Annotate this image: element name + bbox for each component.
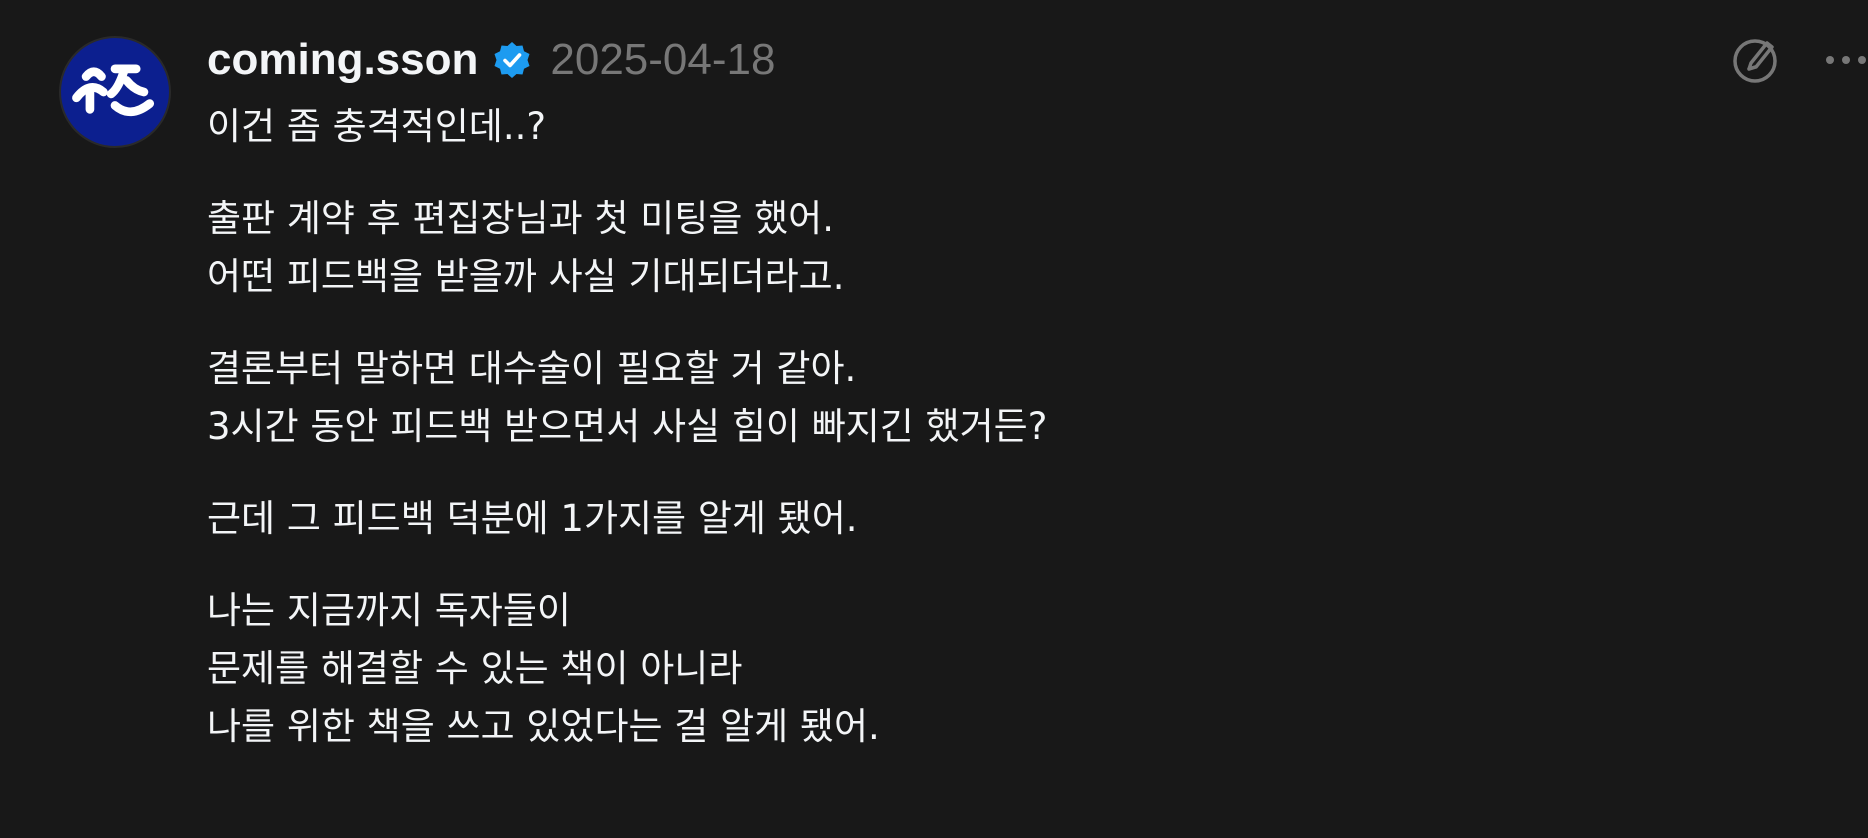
thread-post: coming.sson 2025-04-18 이건 좀 충격적인데..?출판 [0,0,1868,838]
post-text-line: 결론부터 말하면 대수술이 필요할 거 같아. [207,347,857,390]
post-text-line: 나를 위한 책을 쓰고 있었다는 걸 알게 됐어. [207,705,880,748]
more-options-icon [1826,56,1866,64]
post-paragraph: 나는 지금까지 독자들이문제를 해결할 수 있는 책이 아니라나를 위한 책을 … [207,582,1767,756]
author-username[interactable]: coming.sson [207,35,478,85]
post-text-line: 3시간 동안 피드백 받으면서 사실 힘이 빠지긴 했거든? [207,405,1048,448]
post-timestamp: 2025-04-18 [550,35,776,84]
post-text-line: 출판 계약 후 편집장님과 첫 미팅을 했어. [207,197,834,240]
post-text-line: 나는 지금까지 독자들이 [207,589,571,632]
more-options-button[interactable] [1816,30,1868,90]
post-header: coming.sson 2025-04-18 [207,30,775,90]
post-paragraph: 이건 좀 충격적인데..? [207,98,1767,156]
post-text-line: 이건 좀 충격적인데..? [207,105,547,148]
avatar-image [72,64,155,117]
post-text-line: 어떤 피드백을 받을까 사실 기대되더라고. [207,255,845,298]
author-avatar[interactable] [59,36,171,148]
post-body: 이건 좀 충격적인데..? 출판 계약 후 편집장님과 첫 미팅을 했어. 어떤 피… [207,98,1767,790]
edit-icon [1733,39,1777,83]
post-paragraph: 근데 그 피드백 덕분에 1가지를 알게 됐어. [207,490,1767,548]
verified-badge-icon [492,40,532,80]
post-paragraph: 결론부터 말하면 대수술이 필요할 거 같아. 3시간 동안 피드백 받으면서 사… [207,340,1767,456]
post-paragraph: 출판 계약 후 편집장님과 첫 미팅을 했어. 어떤 피드백을 받을까 사실 기대… [207,190,1767,306]
edit-button[interactable] [1725,30,1785,90]
post-text-line: 근데 그 피드백 덕분에 1가지를 알게 됐어. [207,497,858,540]
post-text-line: 문제를 해결할 수 있는 책이 아니라 [207,647,743,690]
